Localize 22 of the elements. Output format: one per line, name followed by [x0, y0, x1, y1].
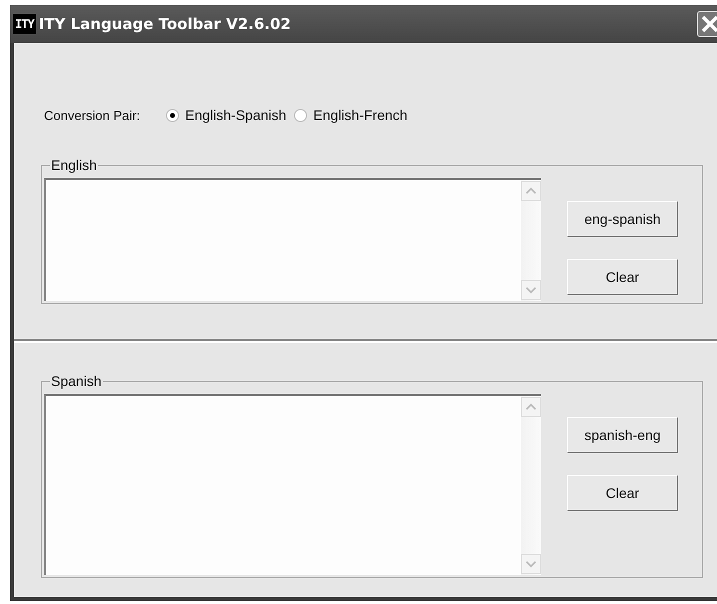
scroll-down-icon[interactable]: [521, 554, 541, 574]
field-label: Conversion Pair:: [44, 108, 140, 122]
close-button[interactable]: [697, 11, 717, 37]
group-title: English: [50, 157, 98, 173]
radio-option[interactable]: English-Spanish: [166, 107, 286, 123]
radio-button[interactable]: [166, 108, 180, 122]
action-button[interactable]: Clear: [567, 475, 678, 511]
app-logo: ITY: [13, 14, 36, 34]
text-area[interactable]: [44, 178, 541, 301]
group-title: Spanish: [50, 373, 103, 389]
scrollbar[interactable]: [521, 396, 541, 575]
radio-option[interactable]: English-French: [294, 107, 408, 123]
scroll-up-icon[interactable]: [521, 397, 541, 417]
close-icon: [700, 14, 717, 34]
action-button[interactable]: Clear: [567, 259, 678, 295]
action-button[interactable]: spanish-eng: [567, 417, 678, 453]
scrollbar[interactable]: [521, 180, 541, 301]
scroll-up-icon[interactable]: [521, 181, 541, 201]
action-button[interactable]: eng-spanish: [567, 201, 678, 237]
window-title: ITY Language Toolbar V2.6.02: [38, 15, 292, 33]
radio-button[interactable]: [294, 108, 308, 122]
scroll-down-icon[interactable]: [521, 280, 541, 300]
